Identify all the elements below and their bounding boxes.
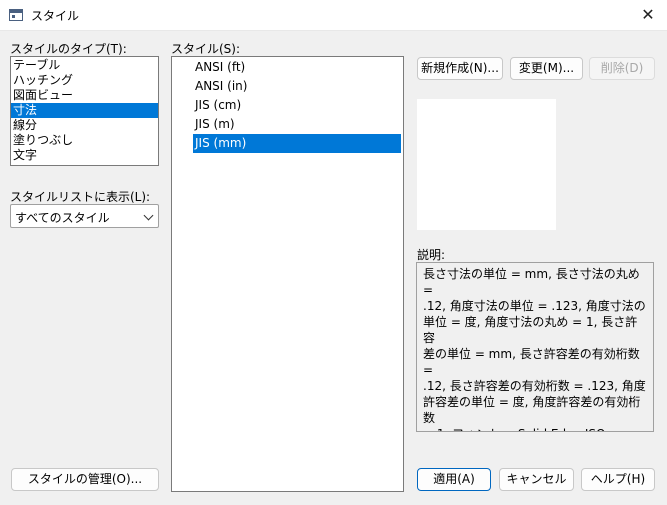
help-button[interactable]: ヘルプ(H) bbox=[581, 468, 655, 491]
delete-style-button: 削除(D) bbox=[589, 57, 655, 80]
style-list-filter-combo[interactable]: すべてのスタイル bbox=[10, 204, 159, 228]
style-item[interactable]: JIS (m) bbox=[193, 115, 401, 134]
style-item[interactable]: JIS (mm) bbox=[193, 134, 401, 153]
new-style-button[interactable]: 新規作成(N)... bbox=[417, 57, 503, 80]
manage-styles-button[interactable]: スタイルの管理(O)... bbox=[11, 468, 159, 491]
style-item[interactable]: ANSI (in) bbox=[193, 77, 401, 96]
style-type-item[interactable]: テーブル bbox=[11, 58, 158, 73]
window-icon bbox=[9, 9, 23, 21]
style-type-item[interactable]: 図面ビュー bbox=[11, 88, 158, 103]
style-item[interactable]: JIS (cm) bbox=[193, 96, 401, 115]
styles-label: スタイル(S): bbox=[171, 42, 241, 56]
style-type-item[interactable]: ハッチング bbox=[11, 73, 158, 88]
style-item[interactable]: ANSI (ft) bbox=[193, 58, 401, 77]
window-title: スタイル bbox=[31, 9, 80, 23]
description-text: 長さ寸法の単位 = mm, 長さ寸法の丸め = .12, 角度寸法の単位 = .… bbox=[416, 262, 654, 432]
style-preview bbox=[417, 99, 556, 230]
style-type-item[interactable]: 塗りつぶし bbox=[11, 133, 158, 148]
style-type-item[interactable]: 寸法 bbox=[11, 103, 158, 118]
style-type-item[interactable]: 文字 bbox=[11, 148, 158, 163]
style-type-item[interactable]: 線分 bbox=[11, 118, 158, 133]
style-type-label: スタイルのタイプ(T): bbox=[10, 42, 127, 56]
style-list-filter-value: すべてのスタイル bbox=[15, 211, 110, 225]
description-label: 説明: bbox=[417, 248, 446, 262]
style-type-listbox[interactable]: テーブル ハッチング 図面ビュー 寸法 線分 塗りつぶし 文字 bbox=[10, 56, 159, 166]
modify-style-button[interactable]: 変更(M)... bbox=[510, 57, 583, 80]
styles-listbox[interactable]: ANSI (ft) ANSI (in) JIS (cm) JIS (m) JIS (mm… bbox=[171, 56, 404, 492]
close-icon[interactable]: ✕ bbox=[634, 4, 662, 26]
style-list-filter-label: スタイルリストに表示(L): bbox=[10, 190, 151, 204]
cancel-button[interactable]: キャンセル bbox=[499, 468, 574, 491]
apply-button[interactable]: 適用(A) bbox=[417, 468, 491, 491]
title-bar: スタイル ✕ bbox=[0, 0, 667, 31]
chevron-down-icon[interactable] bbox=[143, 210, 154, 221]
